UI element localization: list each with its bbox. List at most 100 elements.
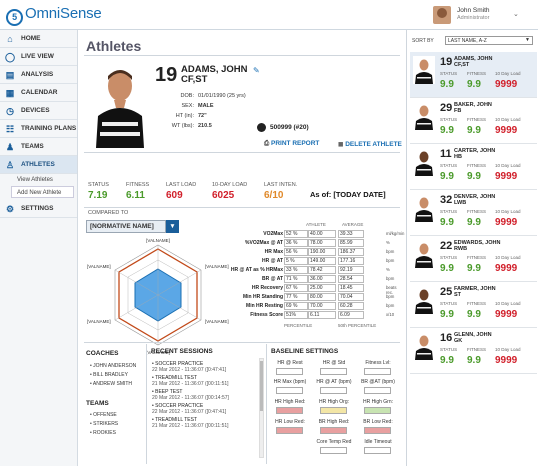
- table-row: HR Max 56 % 190.00 186.37 bpm: [226, 248, 396, 256]
- team-name: OFFENSE: [93, 412, 117, 418]
- edit-pencil-icon[interactable]: ✎: [253, 66, 260, 75]
- sidebar-subitem-view-athletes[interactable]: View Athletes: [0, 174, 77, 186]
- roster-col-status: STATUS: [440, 163, 458, 168]
- metric-average: 39.33: [338, 230, 364, 238]
- session-item[interactable]: • TREADMILL TEST 21 Mar 2012 - 11:36:07 (…: [152, 417, 229, 429]
- sidebar-item-label: DEVICES: [21, 107, 50, 114]
- roster-load: 9999: [495, 355, 518, 366]
- user-menu[interactable]: John Smith Administrator ⌄: [433, 6, 523, 26]
- session-date: 21 Mar 2012 - 11:36:07 ([00:11:51]: [152, 381, 229, 387]
- omnisense-logo[interactable]: 5 OmniSense: [6, 5, 102, 26]
- delete-athlete-button[interactable]: ◼ DELETE ATHLETE: [338, 140, 402, 148]
- br-at-input[interactable]: [364, 387, 391, 394]
- hr-rest-input[interactable]: [276, 368, 303, 375]
- sidebar-item-athletes[interactable]: ♙ ATHLETES: [0, 156, 77, 174]
- roster-status: 9.9: [440, 355, 454, 366]
- field-label: HR Low Red:: [275, 419, 305, 425]
- sidebar-item-label: HOME: [21, 35, 41, 42]
- normative-select[interactable]: [NORMATIVE NAME]: [86, 220, 166, 233]
- hr-low-red-input[interactable]: [276, 427, 303, 434]
- roster-card[interactable]: 11 CARTER, JOHN HB STATUS FITNESS 10 Day Load…: [410, 144, 537, 189]
- metric-average: 177.16: [338, 257, 364, 265]
- stat-10-day-load: 10-DAY LOAD 6025: [212, 182, 247, 201]
- sidebar-item-live-view[interactable]: ◯ LIVE VIEW: [0, 48, 77, 66]
- roster-card[interactable]: 29 BAKER, JOHN FB STATUS FITNESS 10 Day Load 9…: [410, 98, 537, 143]
- roster-card[interactable]: 22 EDWARDS, JOHN RWB STATUS FITNESS 10 Day Lo…: [410, 236, 537, 281]
- athlete-thumbnail: [413, 332, 435, 360]
- weight-value: 210.5: [198, 123, 212, 129]
- roster-col-status: STATUS: [440, 255, 458, 260]
- roster-col-fitness: FITNESS: [467, 255, 487, 260]
- sidebar-item-training-plans[interactable]: ☷ TRAINING PLANS: [0, 120, 77, 138]
- roster-name: ADAMS, JOHN CF,ST: [454, 56, 524, 68]
- roster-load: 9999: [495, 125, 518, 136]
- sidebar-item-settings[interactable]: ⚙ SETTINGS: [0, 200, 77, 218]
- session-item[interactable]: • BEEP TEST 20 Mar 2012 - 11:36:07 ([00:1…: [152, 389, 229, 401]
- sidebar-item-teams[interactable]: ♟ TEAMS: [0, 138, 77, 156]
- stat-label: LAST INTEN.: [264, 182, 298, 188]
- roster-card[interactable]: 16 GLENN, JOHN GK STATUS FITNESS 10 Day Load 9…: [410, 328, 537, 373]
- stat-last-intensity: LAST INTEN. 6/10: [264, 182, 297, 201]
- sort-select[interactable]: LAST NAME, A-Z ▼: [445, 36, 533, 45]
- roster-card[interactable]: 25 FARMER, JOHN ST STATUS FITNESS 10 Day Load…: [410, 282, 537, 327]
- hr-high-red-input[interactable]: [276, 407, 303, 414]
- sidebar-item-label: TEAMS: [21, 143, 44, 150]
- chevron-down-icon[interactable]: ▼: [166, 220, 179, 233]
- sidebar-item-home[interactable]: ⌂ HOME: [0, 30, 77, 48]
- hr-high-grn-input[interactable]: [364, 407, 391, 414]
- roster-status: 9.9: [440, 263, 454, 274]
- chevron-down-icon[interactable]: ⌄: [513, 10, 519, 18]
- roster-card[interactable]: 32 DENVER, JOHN LWB STATUS FITNESS 10 Day Loa…: [410, 190, 537, 235]
- sidebar-item-analysis[interactable]: ▤ ANALYSIS: [0, 66, 77, 84]
- field-label: HR @ AT (bpm): [316, 379, 352, 385]
- br-high-red-input[interactable]: [320, 427, 347, 434]
- roster-position: LWB: [454, 200, 467, 206]
- session-item[interactable]: • SOCCER PRACTICE 22 Mar 2012 - 11:36:07 …: [152, 403, 226, 415]
- session-date: 22 Mar 2012 - 11:36:07 ([0:47:41]: [152, 367, 227, 373]
- metric-unit: bpm: [386, 303, 395, 308]
- metric-athlete: 78.42: [308, 266, 336, 274]
- roster-fitness: 9.9: [467, 217, 481, 228]
- sidebar-subitem-add-athlete[interactable]: Add New Athlete: [11, 186, 74, 198]
- roster-col-status: STATUS: [440, 209, 458, 214]
- roster-fitness: 9.9: [467, 79, 481, 90]
- roster-card[interactable]: 19 ADAMS, JOHN CF,ST STATUS FITNESS 10 Day Lo…: [410, 52, 537, 97]
- roster-fitness: 9.9: [467, 355, 481, 366]
- fitness-level-select[interactable]: [364, 368, 391, 375]
- divider: [84, 342, 400, 343]
- metric-label: Min HR Standing: [243, 294, 283, 300]
- roster-col-load: 10 Day Load: [495, 301, 521, 306]
- sessions-scrollbar[interactable]: [259, 358, 264, 458]
- field-label: Fitness Lvl:: [365, 360, 391, 366]
- roster-name: DENVER, JOHN LWB: [454, 194, 524, 206]
- field-label: Core Temp Red: [316, 439, 352, 445]
- hr-max-input[interactable]: [276, 387, 303, 394]
- roster-status: 9.9: [440, 309, 454, 320]
- stat-value: 6.11: [126, 190, 145, 201]
- br-low-red-input[interactable]: [364, 427, 391, 434]
- metric-average: 70.04: [338, 293, 364, 301]
- session-item[interactable]: • TREADMILL TEST 21 Mar 2012 - 11:36:07 (…: [152, 375, 229, 387]
- hr-std-input[interactable]: [320, 368, 347, 375]
- metric-average: 186.37: [338, 248, 364, 256]
- metric-average: 18.45: [338, 284, 364, 292]
- recent-sessions-title: RECENT SESSIONS: [151, 348, 213, 355]
- scrollbar-thumb[interactable]: [260, 361, 263, 411]
- divider: [84, 207, 400, 208]
- divider: [84, 152, 400, 153]
- as-of-date: As of: [TODAY DATE]: [310, 190, 386, 199]
- session-date: 22 Mar 2012 - 11:36:07 ([0:47:41]: [152, 409, 227, 415]
- metric-unit: %: [386, 240, 390, 245]
- sidebar-item-devices[interactable]: ◷ DEVICES: [0, 102, 77, 120]
- session-item[interactable]: • SOCCER PRACTICE 22 Mar 2012 - 11:36:07 …: [152, 361, 226, 373]
- metric-average: 60.28: [338, 302, 364, 310]
- print-report-button[interactable]: ⎙ PRINT REPORT: [264, 140, 319, 148]
- idle-timeout-input[interactable]: [364, 447, 391, 454]
- team-name: ROOKIES: [93, 430, 116, 436]
- hr-at-input[interactable]: [320, 387, 347, 394]
- roster-col-status: STATUS: [440, 71, 458, 76]
- core-temp-red-input[interactable]: [320, 447, 347, 454]
- hr-high-org-input[interactable]: [320, 407, 347, 414]
- devices-icon: ◷: [6, 106, 14, 116]
- sidebar-item-calendar[interactable]: ▦ CALENDAR: [0, 84, 77, 102]
